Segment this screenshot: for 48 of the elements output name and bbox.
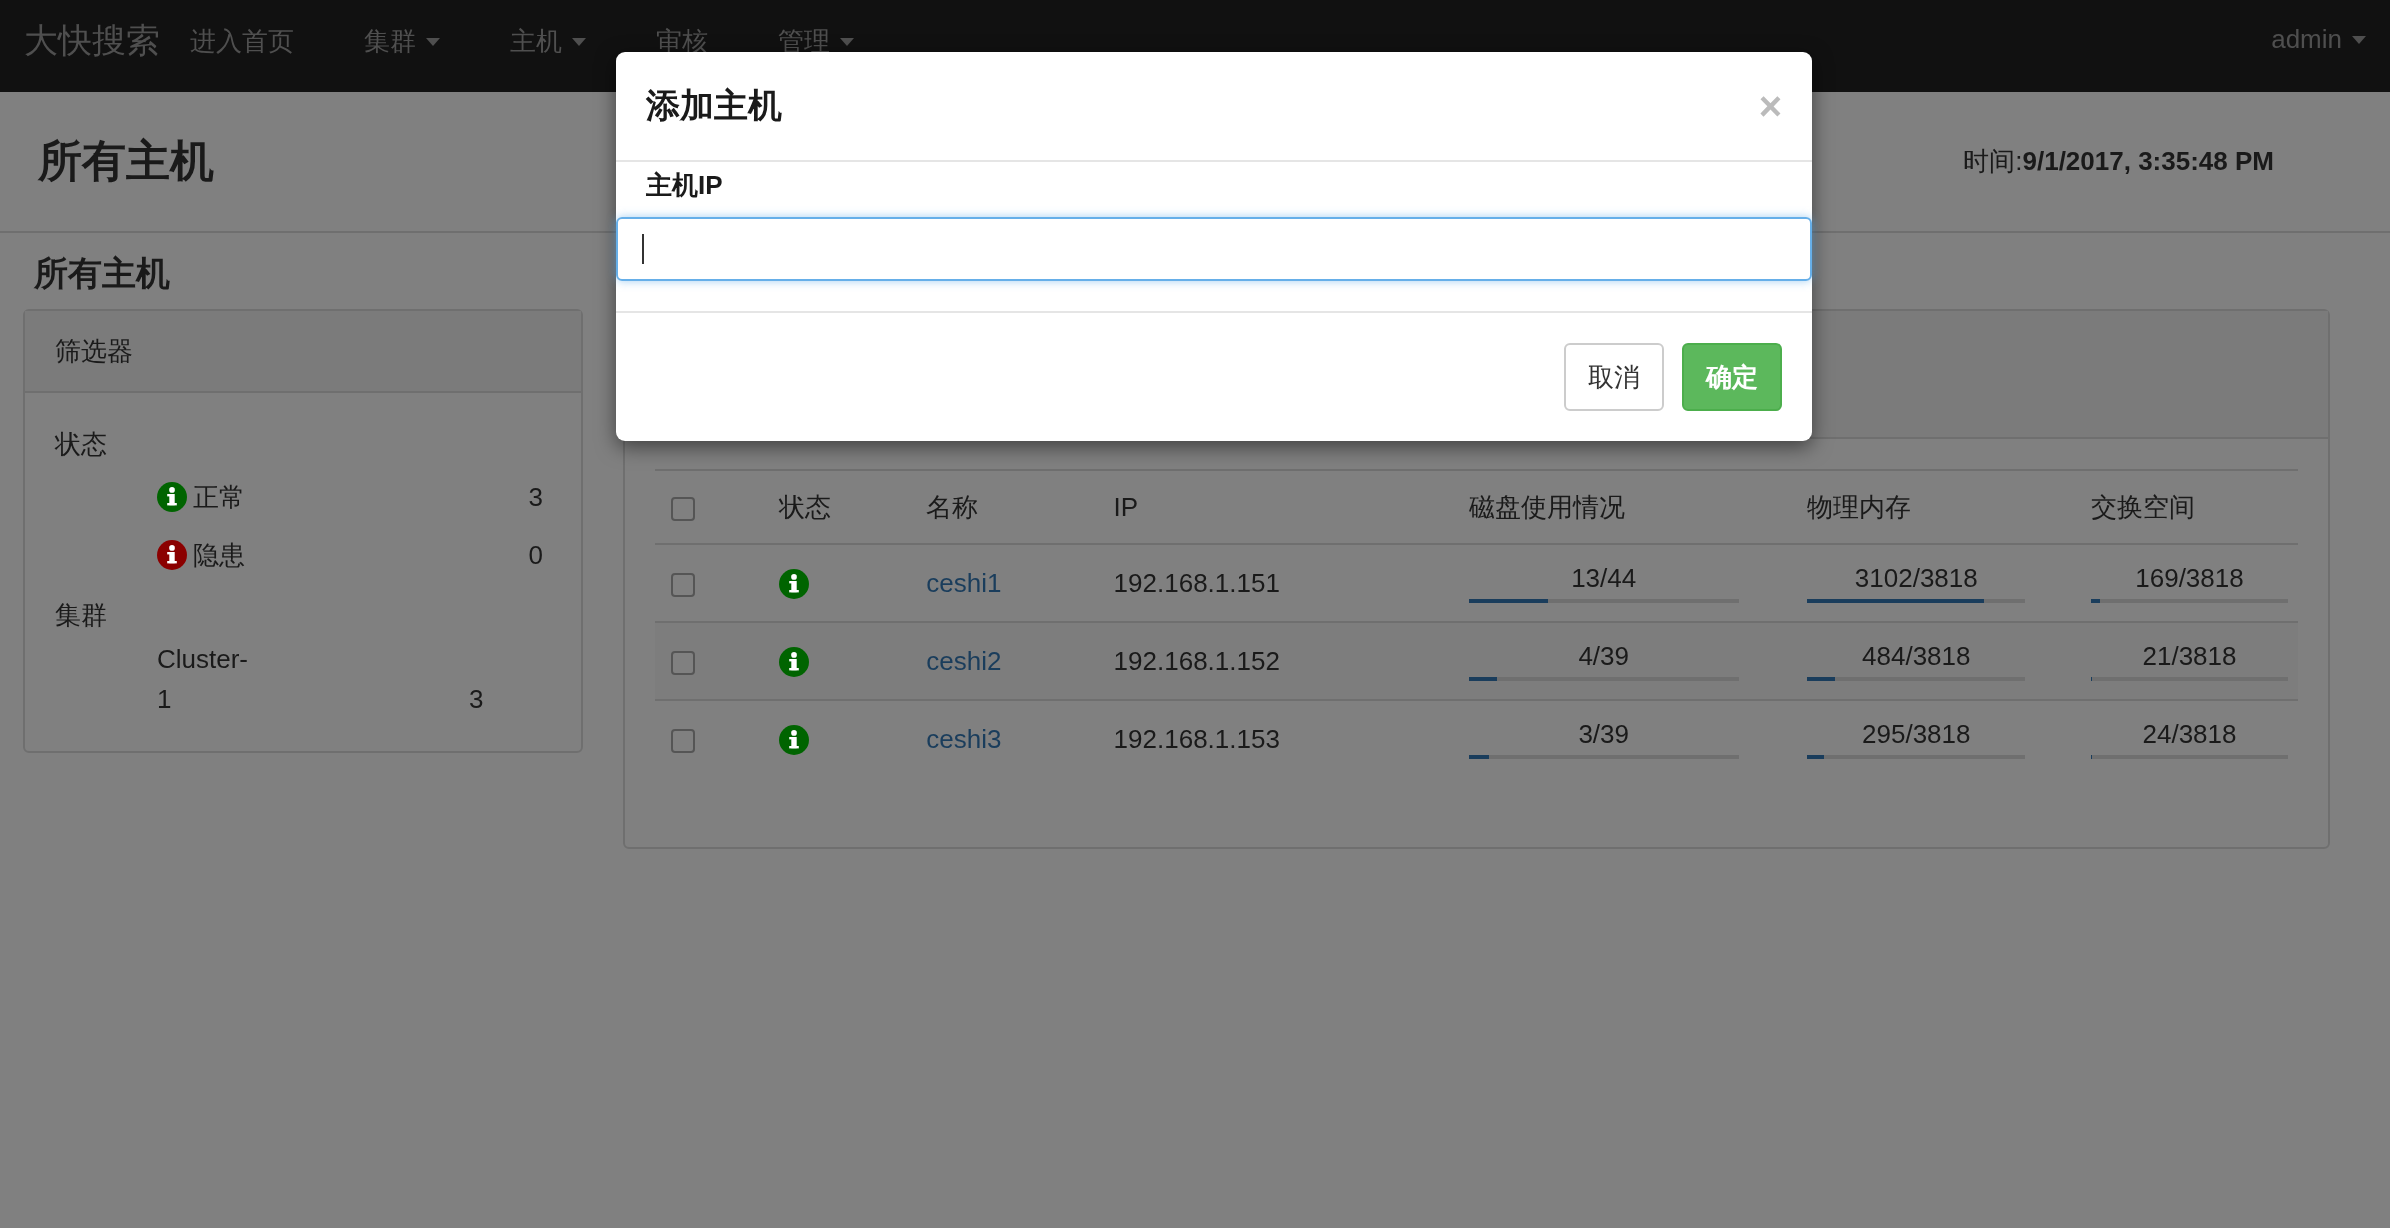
user-menu[interactable]: admin — [2271, 18, 2366, 55]
filter-group-label: 状态 — [55, 428, 108, 461]
host-link[interactable]: ceshi2 — [926, 645, 1002, 676]
brand-logo[interactable]: 大快搜索 — [24, 18, 160, 64]
ip-address: 192.168.1.153 — [1113, 723, 1280, 754]
filter-option[interactable]: Cluster-1 — [157, 639, 261, 719]
usage-reading: 4/39 — [1578, 641, 1629, 671]
panel-title: 筛选器 — [55, 334, 133, 368]
filter-option[interactable]: 正常 — [193, 479, 529, 515]
host-link[interactable]: ceshi3 — [926, 723, 1002, 754]
nav-link[interactable]: 集群 — [364, 24, 440, 59]
usage-reading: 13/44 — [1571, 563, 1637, 593]
filter-option[interactable]: 隐患 — [193, 537, 529, 573]
column-header: 物理内存 — [1797, 470, 2081, 544]
nav-link[interactable]: 进入首页 — [190, 24, 294, 59]
cancel-button[interactable]: 取消 — [1564, 343, 1664, 411]
column-header: 名称 — [916, 470, 1104, 544]
close-button[interactable]: × — [1758, 83, 1782, 129]
section-title: 所有主机 — [34, 253, 171, 294]
usage-reading: 3102/3818 — [1854, 563, 1978, 593]
host-link[interactable]: ceshi1 — [926, 567, 1002, 598]
usage-reading: 21/3818 — [2142, 641, 2237, 671]
usage-reading: 484/3818 — [1862, 641, 1971, 671]
nav-link[interactable]: 主机 — [510, 24, 586, 59]
checkbox[interactable] — [671, 572, 695, 597]
input-field[interactable] — [616, 217, 1812, 281]
confirm-button[interactable]: 确定 — [1682, 343, 1782, 411]
column-header: 状态 — [769, 470, 917, 544]
field-label: 主机IP — [645, 169, 724, 202]
ip-address: 192.168.1.152 — [1113, 645, 1280, 676]
count: 3 — [469, 683, 484, 716]
usage-reading: 295/3818 — [1862, 719, 1971, 749]
timestamp: 时间:9/1/2017, 3:35:48 PM — [1963, 145, 2274, 178]
checkbox[interactable] — [671, 496, 695, 521]
usage-reading: 3/39 — [1578, 719, 1629, 749]
usage-reading: 24/3818 — [2142, 719, 2237, 749]
usage-reading: 169/3818 — [2135, 563, 2244, 593]
count: 3 — [528, 481, 543, 513]
dialog-title: 添加主机 — [646, 85, 782, 126]
checkbox[interactable] — [671, 650, 695, 675]
column-header: 磁盘使用情况 — [1458, 470, 1798, 544]
column-header: 交换空间 — [2081, 470, 2298, 544]
column-header: IP — [1103, 470, 1459, 544]
checkbox[interactable] — [671, 728, 695, 753]
filter-group-label: 集群 — [55, 599, 108, 632]
count: 0 — [528, 539, 543, 571]
page-title: 所有主机 — [38, 135, 214, 187]
ip-address: 192.168.1.151 — [1113, 567, 1280, 598]
